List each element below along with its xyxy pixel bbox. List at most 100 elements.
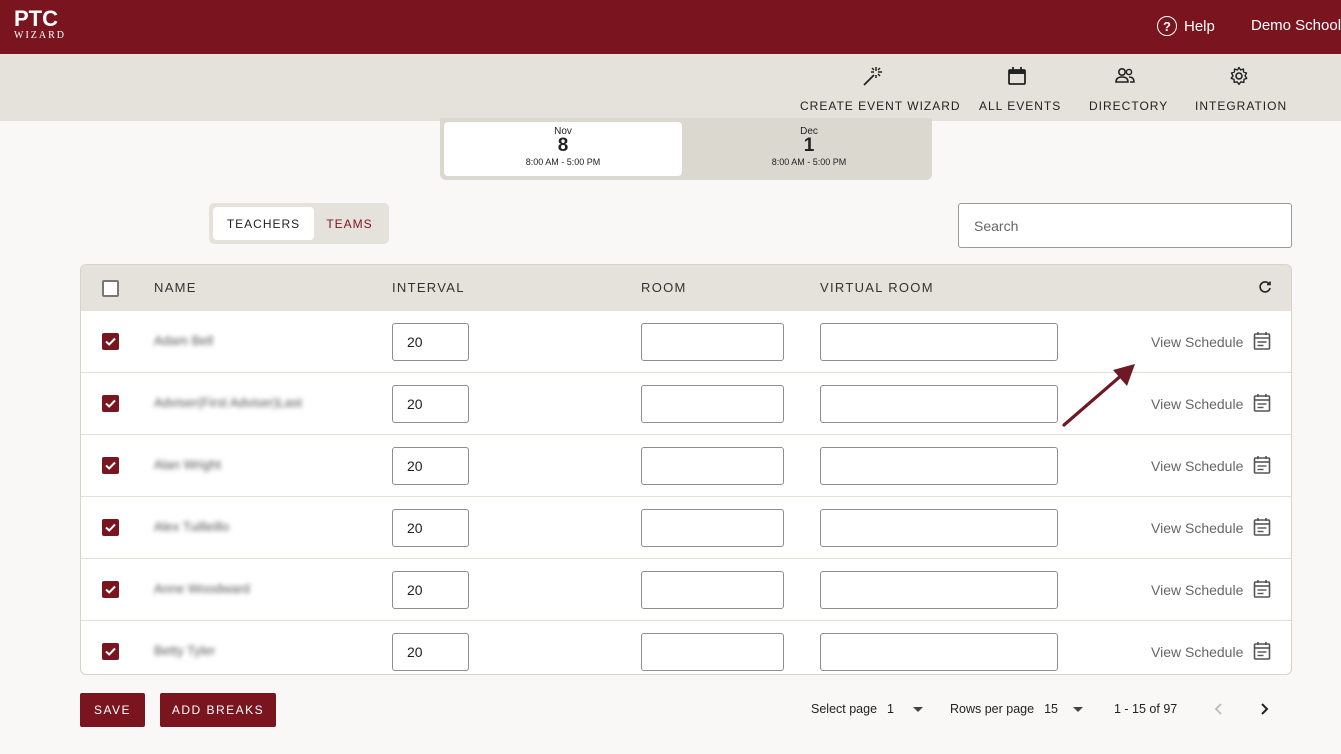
view-schedule-label: View Schedule — [1151, 520, 1244, 536]
nav-label: INTEGRATION — [1195, 99, 1288, 113]
nav-all-events[interactable]: ALL EVENTS — [979, 64, 1062, 114]
schedule-icon — [1253, 579, 1271, 601]
row-checkbox[interactable] — [102, 519, 119, 536]
row-checkbox[interactable] — [102, 457, 119, 474]
column-header-room[interactable]: ROOM — [641, 280, 687, 295]
rows-per-page-control[interactable]: Rows per page 15 — [950, 702, 1083, 716]
column-header-name[interactable]: NAME — [154, 280, 197, 295]
teacher-name: Adam Bell — [154, 333, 214, 348]
help-link[interactable]: ? Help — [1157, 14, 1215, 38]
teacher-name: Betty Tyler — [154, 643, 216, 658]
virtual-room-input[interactable] — [820, 385, 1058, 423]
teacher-name: Anne Woodward — [154, 581, 250, 596]
teachers-table: NAME INTERVAL ROOM VIRTUAL ROOM Adam Bel… — [80, 264, 1292, 675]
select-page-control[interactable]: Select page 1 — [811, 702, 923, 716]
view-schedule-label: View Schedule — [1151, 396, 1244, 412]
app-logo[interactable]: PTC WIZARD — [14, 8, 76, 44]
date-day: 8 — [557, 135, 569, 156]
select-page-label: Select page — [811, 702, 878, 716]
date-day: 1 — [803, 135, 815, 156]
logo-subtext: WIZARD — [14, 30, 66, 41]
nav-create-event-wizard[interactable]: CREATE EVENT WIZARD — [800, 64, 961, 114]
view-schedule-link[interactable]: View Schedule — [1151, 331, 1271, 353]
room-input[interactable] — [641, 385, 784, 423]
people-icon — [1089, 64, 1161, 88]
virtual-room-input[interactable] — [820, 633, 1058, 671]
view-schedule-label: View Schedule — [1151, 644, 1244, 660]
nav-label: ALL EVENTS — [979, 99, 1062, 113]
nav-label: CREATE EVENT WIZARD — [800, 99, 961, 113]
view-schedule-label: View Schedule — [1151, 458, 1244, 474]
row-checkbox[interactable] — [102, 395, 119, 412]
date-time: 8:00 AM - 5:00 PM — [525, 157, 601, 167]
interval-input[interactable] — [392, 323, 469, 361]
schedule-icon — [1253, 641, 1271, 663]
teacher-name: Alex Tuilleillo — [154, 519, 230, 534]
help-label: Help — [1184, 17, 1215, 35]
table-row: Alan Wright View Schedule — [81, 435, 1291, 497]
view-schedule-link[interactable]: View Schedule — [1151, 393, 1271, 415]
interval-input[interactable] — [392, 633, 469, 671]
virtual-room-input[interactable] — [820, 509, 1058, 547]
select-all-checkbox[interactable] — [102, 280, 119, 297]
column-header-virtual-room[interactable]: VIRTUAL ROOM — [820, 280, 934, 295]
room-input[interactable] — [641, 509, 784, 547]
gear-icon — [1195, 64, 1282, 88]
calendar-icon — [979, 64, 1054, 88]
teachers-teams-toggle: TEACHERS TEAMS — [209, 203, 389, 244]
tab-teachers[interactable]: TEACHERS — [213, 207, 314, 240]
teacher-name: Adviser(First Adviser)Last — [154, 395, 303, 410]
annotation-arrow-icon — [1055, 358, 1140, 435]
rows-per-page-label: Rows per page — [950, 702, 1035, 716]
interval-input[interactable] — [392, 385, 469, 423]
rows-per-page-value: 15 — [1044, 702, 1058, 716]
view-schedule-link[interactable]: View Schedule — [1151, 641, 1271, 663]
pagination-range: 1 - 15 of 97 — [1114, 702, 1178, 716]
room-input[interactable] — [641, 633, 784, 671]
room-input[interactable] — [641, 571, 784, 609]
top-bar: PTC WIZARD ? Help Demo School — [0, 0, 1341, 54]
add-breaks-button[interactable]: ADD BREAKS — [160, 693, 276, 727]
virtual-room-input[interactable] — [820, 323, 1058, 361]
refresh-icon[interactable] — [1257, 279, 1273, 300]
row-checkbox[interactable] — [102, 643, 119, 660]
view-schedule-link[interactable]: View Schedule — [1151, 517, 1271, 539]
table-row: Anne Woodward View Schedule — [81, 559, 1291, 621]
row-checkbox[interactable] — [102, 333, 119, 350]
chevron-left-icon[interactable] — [1211, 700, 1227, 718]
save-button[interactable]: SAVE — [80, 693, 145, 727]
help-icon: ? — [1157, 16, 1177, 36]
schedule-icon — [1253, 517, 1271, 539]
table-header: NAME INTERVAL ROOM VIRTUAL ROOM — [81, 265, 1291, 311]
schedule-icon — [1253, 331, 1271, 353]
interval-input[interactable] — [392, 571, 469, 609]
row-checkbox[interactable] — [102, 581, 119, 598]
date-tab-dec-1[interactable]: Dec 1 8:00 AM - 5:00 PM — [690, 122, 928, 176]
search-input[interactable] — [958, 203, 1292, 248]
school-menu[interactable]: Demo School — [1251, 17, 1341, 34]
column-header-interval[interactable]: INTERVAL — [392, 280, 465, 295]
table-row: Betty Tyler View Schedule — [81, 621, 1291, 674]
view-schedule-link[interactable]: View Schedule — [1151, 455, 1271, 477]
room-input[interactable] — [641, 447, 784, 485]
interval-input[interactable] — [392, 509, 469, 547]
nav-directory[interactable]: DIRECTORY — [1089, 64, 1169, 114]
table-row: Alex Tuilleillo View Schedule — [81, 497, 1291, 559]
virtual-room-input[interactable] — [820, 447, 1058, 485]
schedule-icon — [1253, 393, 1271, 415]
date-tab-nov-8[interactable]: Nov 8 8:00 AM - 5:00 PM — [444, 122, 682, 176]
chevron-right-icon[interactable] — [1256, 700, 1272, 718]
logo-text: PTC — [14, 6, 58, 31]
nav-integration[interactable]: INTEGRATION — [1195, 64, 1288, 114]
teacher-name: Alan Wright — [154, 457, 221, 472]
schedule-icon — [1253, 455, 1271, 477]
magic-wand-icon — [800, 64, 944, 88]
interval-input[interactable] — [392, 447, 469, 485]
room-input[interactable] — [641, 323, 784, 361]
select-page-value: 1 — [887, 702, 894, 716]
virtual-room-input[interactable] — [820, 571, 1058, 609]
nav-label: DIRECTORY — [1089, 99, 1169, 113]
view-schedule-label: View Schedule — [1151, 334, 1244, 350]
view-schedule-link[interactable]: View Schedule — [1151, 579, 1271, 601]
tab-teams[interactable]: TEAMS — [314, 207, 385, 240]
